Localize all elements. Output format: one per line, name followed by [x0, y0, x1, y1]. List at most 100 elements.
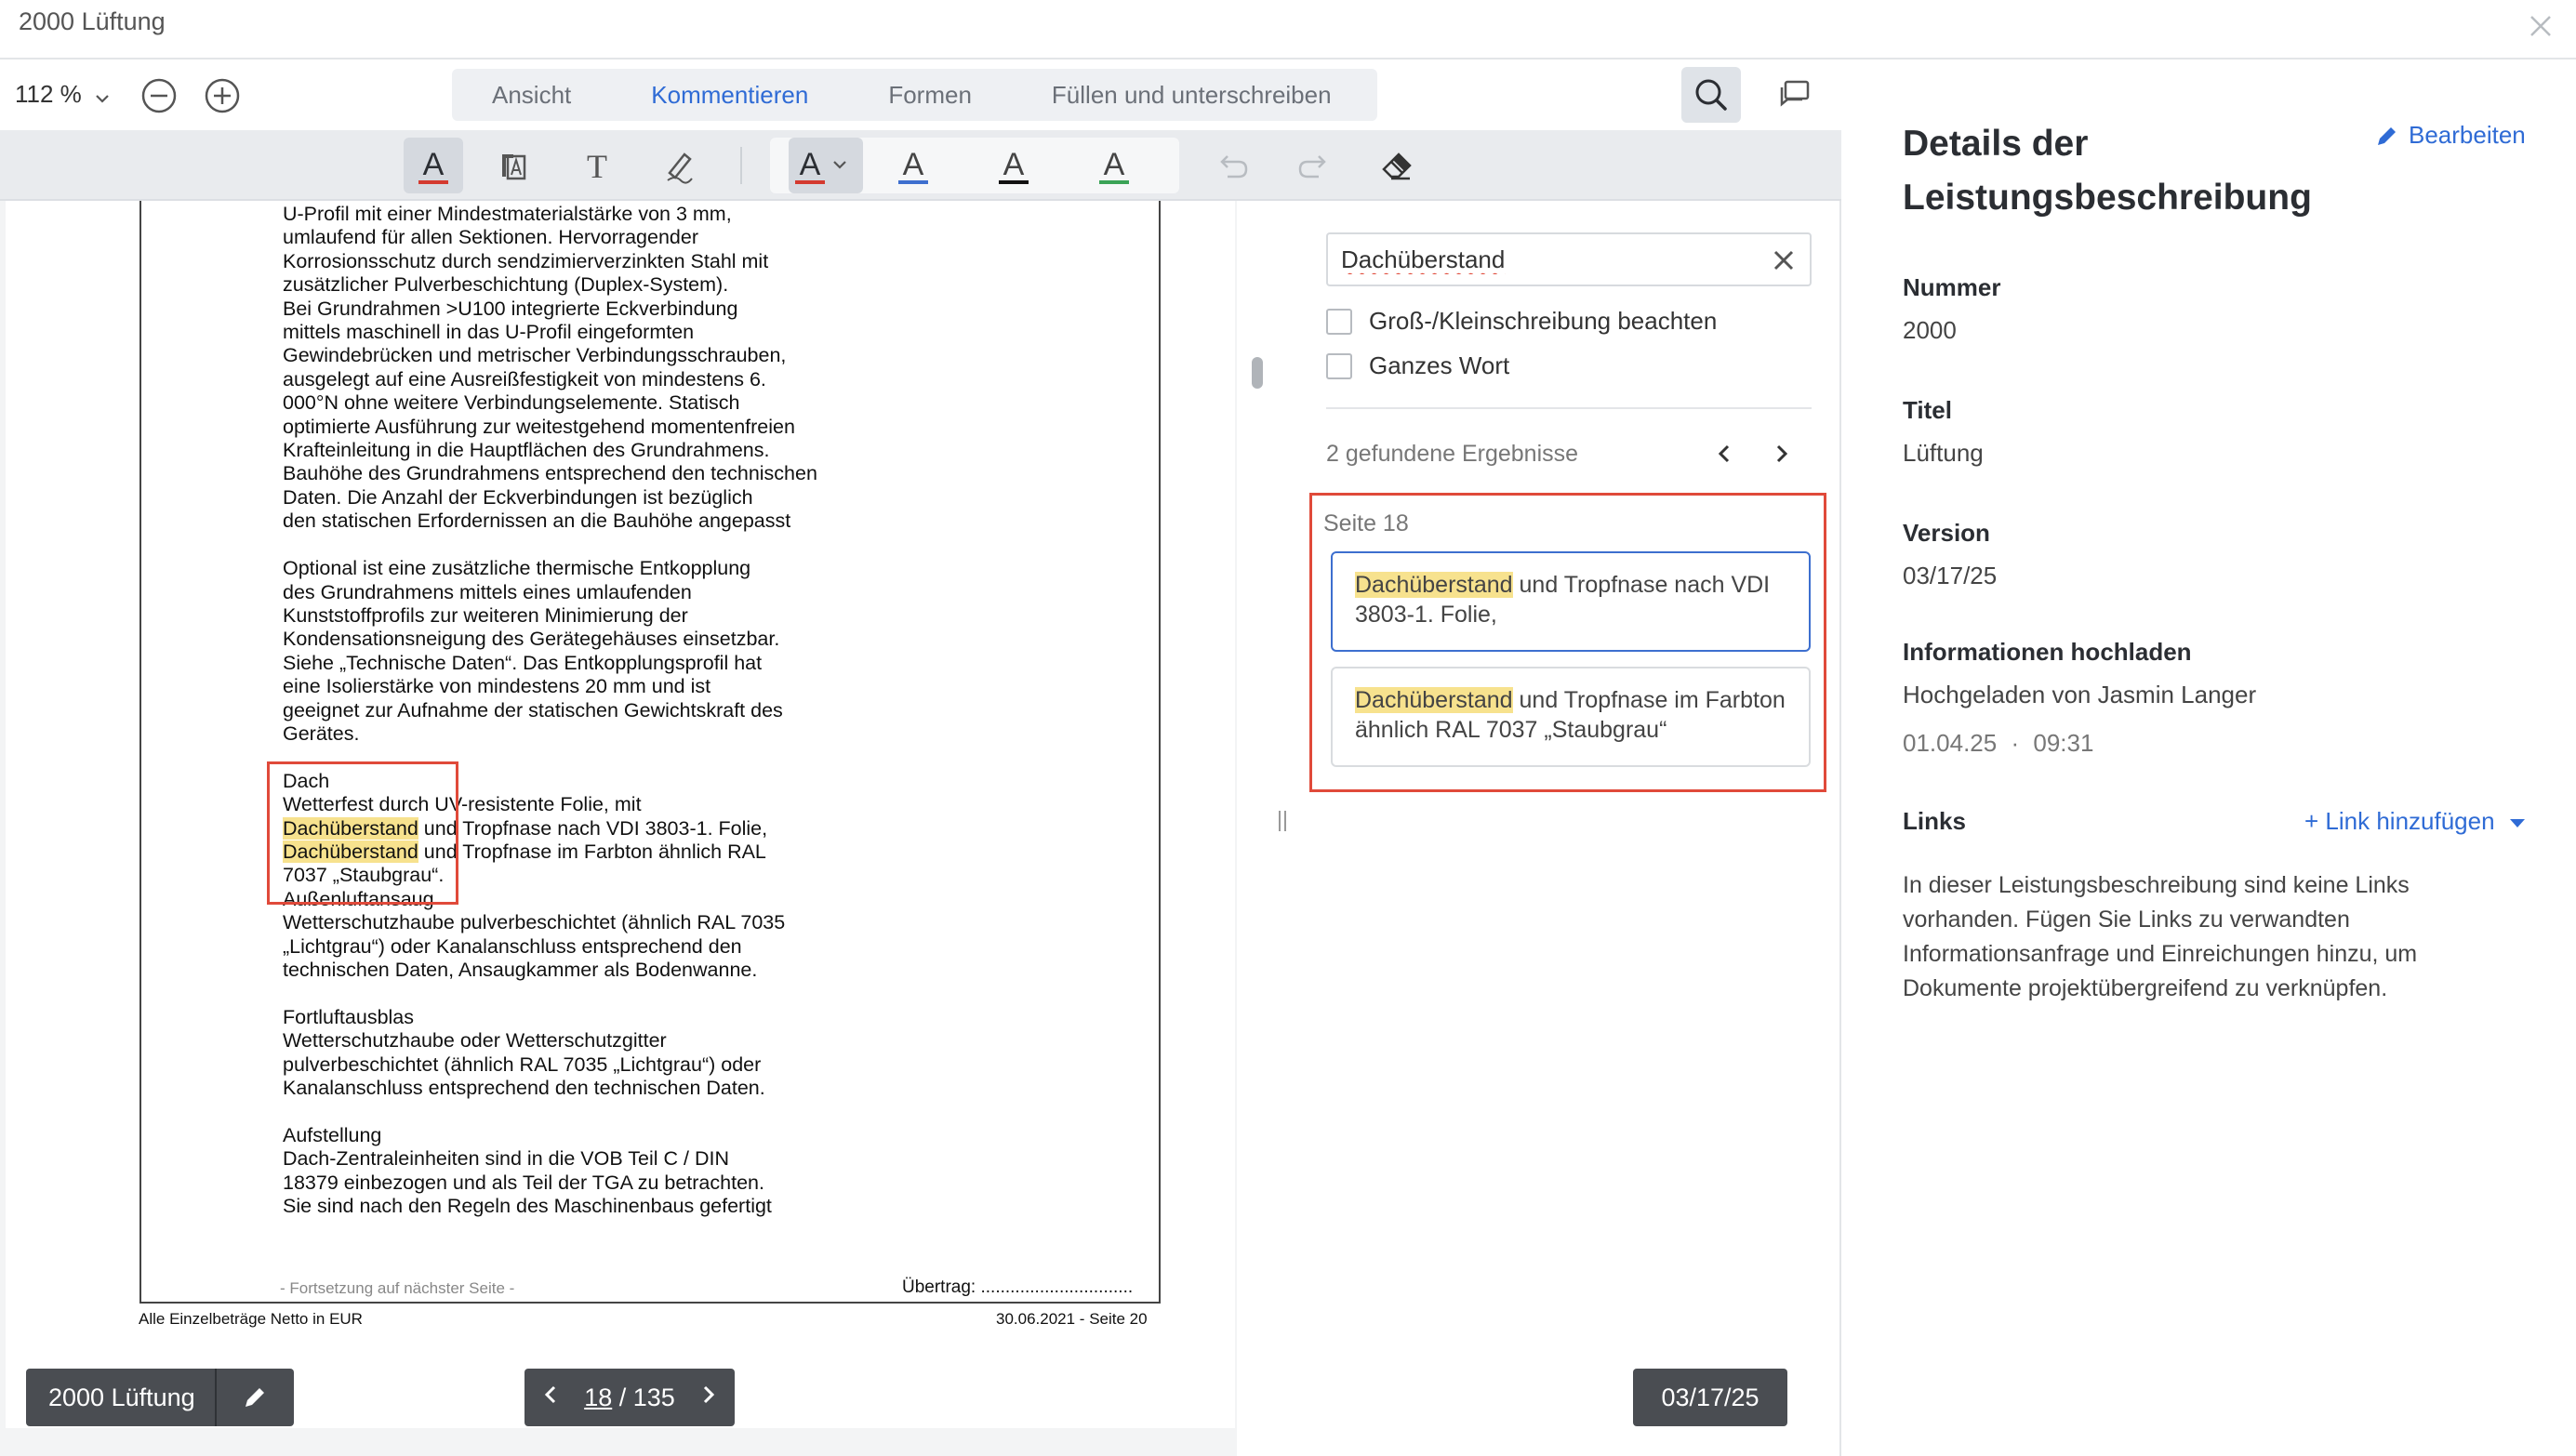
search-button[interactable] [1681, 67, 1741, 123]
chevron-right-icon [703, 1385, 715, 1403]
tab-ansicht[interactable]: Ansicht [452, 81, 611, 110]
document-line: technischen Daten, Ansaugkammer als Bode… [283, 959, 1157, 982]
document-text-segment: Fortluftausblas [283, 1005, 415, 1028]
document-scrollbar[interactable] [1252, 357, 1263, 389]
match-case-checkbox[interactable] [1326, 308, 1352, 335]
page-number[interactable]: 18 / 135 [584, 1383, 675, 1412]
underline-blue-tool[interactable]: A [883, 138, 943, 193]
document-line: Bauhöhe des Grundrahmens entsprechend de… [283, 462, 1157, 485]
search-field[interactable] [1326, 232, 1812, 286]
document-text-segment: Aufstellung [283, 1123, 382, 1146]
document-line: eine Isolierstärke von mindestens 20 mm … [283, 675, 1157, 698]
search-icon [1695, 79, 1727, 111]
zoom-select[interactable]: 112 % [15, 80, 111, 111]
tab-kommentieren[interactable]: Kommentieren [611, 81, 848, 110]
annotation-toolbar: A T A A A A [0, 130, 1841, 201]
document-text-segment: Sie sind nach den Regeln des Maschinenba… [283, 1195, 772, 1218]
edit-details-button[interactable]: Bearbeiten [2375, 121, 2526, 150]
panel-resize-handle[interactable] [1276, 809, 1289, 840]
eraser-icon [1382, 152, 1412, 180]
field-value-titel: Lüftung [1903, 439, 1984, 467]
results-count: 2 gefundene Ergebnisse [1326, 441, 1579, 467]
text-box-tool[interactable] [484, 138, 543, 193]
zoom-out-icon[interactable] [139, 76, 179, 115]
links-empty-message: In dieser Leistungsbeschreibung sind kei… [1903, 872, 2418, 1001]
document-line: Siehe „Technische Daten“. Das Entkopplun… [283, 652, 1157, 675]
document-line: Wetterschutzhaube pulverbeschichtet (ähn… [283, 911, 1157, 934]
document-text-segment: Wetterschutzhaube pulverbeschichtet (ähn… [283, 911, 786, 934]
document-name-pill: 2000 Lüftung [26, 1369, 294, 1426]
page-navigator: 18 / 135 [524, 1369, 735, 1426]
text-color-tool[interactable]: A [404, 138, 463, 193]
undo-button[interactable] [1203, 138, 1263, 193]
edit-details-label: Bearbeiten [2409, 121, 2526, 149]
document-line: 18379 einbezogen und als Teil der TGA zu… [283, 1171, 1157, 1195]
next-result-button[interactable] [1767, 439, 1797, 469]
field-label-links: Links [1903, 807, 1966, 835]
document-line: Optional ist eine zusätzliche thermische… [283, 557, 1157, 580]
tab-fuellen-unterschreiben[interactable]: Füllen und unterschreiben [1012, 81, 1372, 110]
document-line: Kondensationsneigung des Gerätegehäuses … [283, 628, 1157, 651]
underline-green-tool[interactable]: A [1084, 138, 1144, 193]
eraser-tool[interactable] [1367, 138, 1427, 193]
svg-text:T: T [587, 148, 607, 184]
whole-word-checkbox[interactable] [1326, 352, 1352, 379]
field-label-titel: Titel [1903, 396, 1952, 424]
result-group-page: Seite 18 Dachüberstand und Tropfnase nac… [1309, 493, 1826, 792]
document-line: zusätzlicher Pulverbeschichtung (Duplex-… [283, 273, 1157, 297]
field-value-nummer: 2000 [1903, 316, 1957, 344]
pencil-icon [2378, 126, 2396, 145]
document-text-segment: Bei Grundrahmen >U100 integrierte Eckver… [283, 297, 738, 320]
whole-word-option[interactable]: Ganzes Wort [1326, 351, 1509, 380]
prev-page-button[interactable] [539, 1382, 562, 1414]
document-viewer: U-Profil mit einer Mindestmaterialstärke… [0, 201, 1237, 1456]
details-panel: Details der Leistungsbeschreibung Bearbe… [1843, 60, 2576, 1456]
document-text-segment [283, 982, 288, 1004]
svg-text:A: A [903, 147, 924, 182]
version-date-badge: 03/17/25 [1633, 1369, 1787, 1426]
document-text-segment: Bauhöhe des Grundrahmens entsprechend de… [283, 462, 817, 485]
document-text-segment: Siehe „Technische Daten“. Das Entkopplun… [283, 651, 763, 674]
redo-button[interactable] [1283, 138, 1343, 193]
comments-button[interactable] [1765, 67, 1825, 123]
search-result[interactable]: Dachüberstand und Tropfnase nach VDI 380… [1331, 551, 1811, 652]
document-line: optimierte Ausführung zur weitestgehend … [283, 416, 1157, 439]
document-text-segment: umlaufend für allen Sektionen. Hervorrag… [283, 226, 698, 249]
document-text-segment: Gerätes. [283, 721, 360, 745]
search-result[interactable]: Dachüberstand und Tropfnase im Farbton ä… [1331, 667, 1811, 767]
whole-word-label: Ganzes Wort [1369, 351, 1510, 379]
chevron-right-icon [1776, 444, 1788, 463]
document-text-segment: „Lichtgrau“) oder Kanalanschluss entspre… [283, 934, 742, 958]
footer-continue: - Fortsetzung auf nächster Seite - [280, 1279, 515, 1297]
document-text-segment: 18379 einbezogen und als Teil der TGA zu… [283, 1171, 764, 1194]
document-text-segment: eine Isolierstärke von mindestens 20 mm … [283, 675, 711, 698]
document-line: Daten. Die Anzahl der Eckverbindungen is… [283, 486, 1157, 510]
prev-result-button[interactable] [1709, 439, 1739, 469]
next-page-button[interactable] [697, 1382, 720, 1414]
font-color-dropdown[interactable]: A [789, 138, 863, 193]
underline-blue-icon: A [898, 147, 928, 184]
document-text-segment: optimierte Ausführung zur weitestgehend … [283, 415, 795, 438]
tab-formen[interactable]: Formen [848, 81, 1012, 110]
edit-name-button[interactable] [214, 1369, 294, 1426]
underline-black-tool[interactable]: A [984, 138, 1043, 193]
match-case-option[interactable]: Groß-/Kleinschreibung beachten [1326, 307, 1717, 336]
document-line [283, 534, 1157, 557]
document-text-segment: technischen Daten, Ansaugkammer als Bode… [283, 959, 758, 981]
mode-tabs: Ansicht Kommentieren Formen Füllen und u… [452, 69, 1377, 121]
document-text-segment [283, 1100, 288, 1122]
close-icon[interactable] [2524, 9, 2557, 43]
add-link-button[interactable]: + Link hinzufügen [2304, 807, 2527, 836]
clear-search-icon[interactable] [1771, 247, 1797, 273]
redo-icon [1298, 155, 1326, 179]
zoom-in-icon[interactable] [203, 76, 242, 115]
document-line: Bei Grundrahmen >U100 integrierte Eckver… [283, 298, 1157, 321]
document-line: „Lichtgrau“) oder Kanalanschluss entspre… [283, 935, 1157, 959]
chevron-left-icon [544, 1385, 556, 1403]
svg-text:A: A [423, 147, 445, 182]
text-tool[interactable]: T [567, 138, 627, 193]
main-toolbar: 112 % Ansicht Kommentieren Formen Füllen… [0, 60, 1841, 130]
footer-date-page: 30.06.2021 - Seite 20 [996, 1310, 1148, 1328]
search-input[interactable] [1341, 242, 1750, 277]
pen-tool[interactable] [649, 138, 709, 193]
